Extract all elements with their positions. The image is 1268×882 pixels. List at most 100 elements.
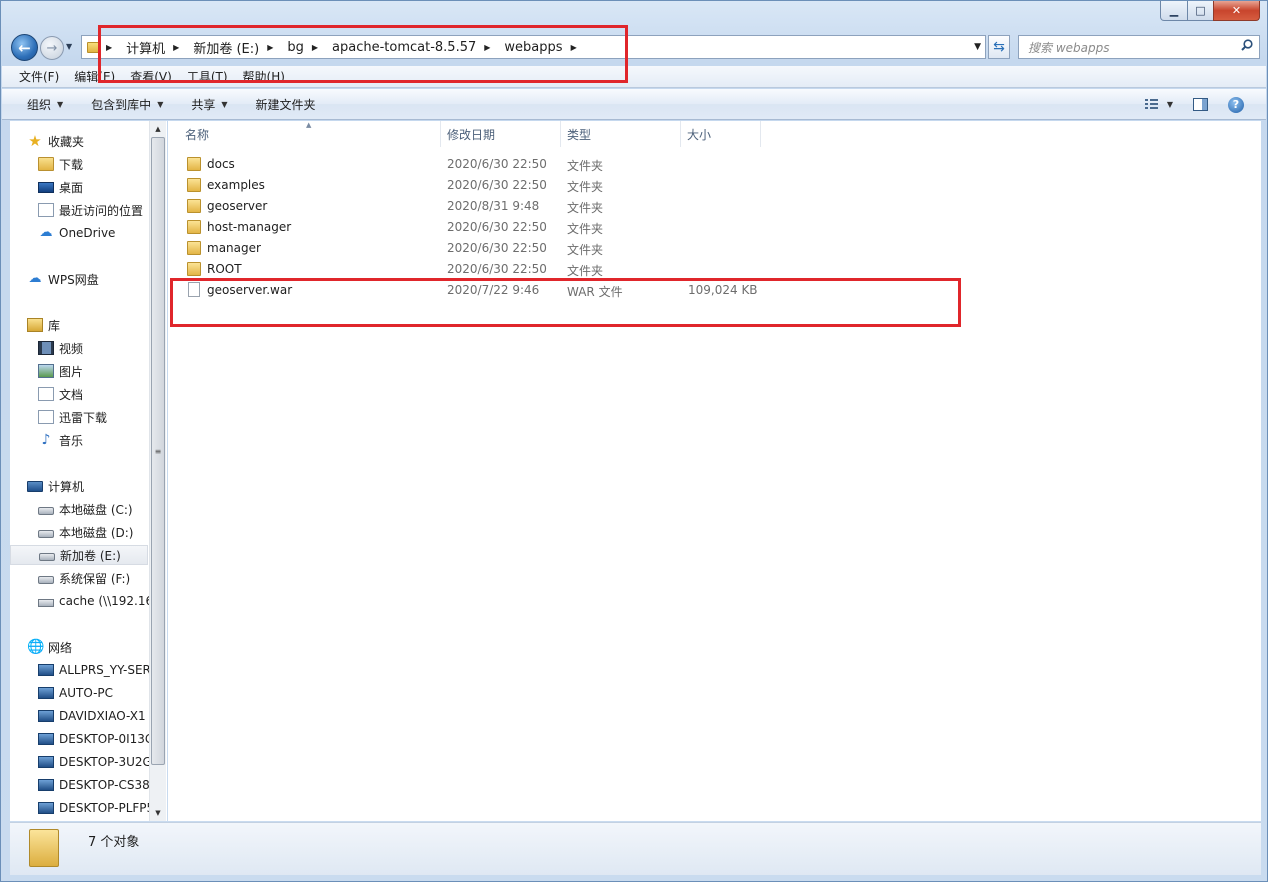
breadcrumb-root-arrow[interactable]: ▶: [106, 43, 120, 52]
star-icon: ★: [28, 132, 42, 150]
nav-wps-cloud[interactable]: ☁ WPS网盘: [27, 269, 99, 289]
video-icon: [38, 341, 54, 355]
breadcrumb-computer[interactable]: 计算机 ▶: [126, 38, 187, 57]
organize-button[interactable]: 组织 ▼: [2, 96, 77, 113]
close-button[interactable]: ✕: [1213, 1, 1260, 21]
network-computer-icon: [38, 710, 54, 722]
menu-tools[interactable]: 工具(T): [180, 68, 236, 85]
nav-recent-places[interactable]: 最近访问的位置: [38, 200, 143, 220]
column-header-type[interactable]: 类型: [561, 121, 681, 147]
nav-thunder-downloads[interactable]: 迅雷下载: [38, 407, 107, 427]
address-bar[interactable]: ▶ 计算机 ▶ 新加卷 (E:) ▶ bg ▶ apache-tomcat-8.5.5…: [81, 35, 986, 59]
nav-network-pc[interactable]: DESKTOP-3U2G: [38, 752, 152, 772]
nav-network[interactable]: 🌐 网络: [27, 637, 72, 657]
folder-icon: [187, 157, 201, 171]
disconnected-network-drive-icon: [38, 599, 54, 607]
new-folder-button[interactable]: 新建文件夹: [242, 96, 330, 113]
maximize-button[interactable]: □: [1187, 1, 1214, 21]
search-input[interactable]: 搜索 webapps: [1018, 35, 1260, 59]
nav-drive-f[interactable]: 系统保留 (F:): [38, 568, 130, 588]
nav-network-pc[interactable]: AUTO-PC: [38, 683, 113, 703]
nav-computer[interactable]: 计算机: [27, 476, 84, 496]
menu-help[interactable]: 帮助(H): [236, 68, 293, 85]
breadcrumb-tomcat[interactable]: apache-tomcat-8.5.57 ▶: [332, 40, 498, 55]
file-icon: [188, 282, 200, 297]
nav-onedrive[interactable]: ☁ OneDrive: [38, 223, 116, 243]
network-computer-icon: [38, 802, 54, 814]
network-computer-icon: [38, 733, 54, 745]
nav-videos[interactable]: 视频: [38, 338, 83, 358]
minimize-button[interactable]: ▁: [1160, 1, 1188, 21]
breadcrumb-webapps[interactable]: webapps ▶: [504, 40, 584, 55]
nav-music[interactable]: ♪ 音乐: [38, 430, 83, 450]
music-note-icon: ♪: [41, 432, 51, 448]
arrow-right-icon: →: [46, 40, 58, 56]
menu-file[interactable]: 文件(F): [2, 68, 67, 85]
folder-icon: [187, 262, 201, 276]
scroll-up-arrow-icon[interactable]: ▲: [150, 121, 166, 137]
help-icon[interactable]: ?: [1228, 96, 1244, 113]
column-header-size[interactable]: 大小: [681, 121, 761, 147]
caret-down-icon: ▼: [221, 99, 228, 109]
nav-drive-d[interactable]: 本地磁盘 (D:): [38, 522, 133, 542]
view-options-dropdown[interactable]: ▼: [1167, 100, 1173, 109]
network-computer-icon: [38, 664, 54, 676]
nav-libraries[interactable]: 库: [27, 315, 60, 335]
nav-favorites[interactable]: ★ 收藏夹: [27, 131, 84, 151]
wps-cloud-icon: ☁: [28, 271, 42, 286]
refresh-icon: ⇆: [993, 39, 1005, 55]
explorer-window: ▁ □ ✕ ← → ▼ ▶ 计算机 ▶ 新加卷 (E:) ▶ bg ▶ apache-…: [0, 0, 1268, 882]
file-row[interactable]: examples 2020/6/30 22:50 文件夹: [168, 175, 1261, 196]
preview-pane-icon[interactable]: [1193, 98, 1208, 111]
menu-view[interactable]: 查看(V): [123, 68, 180, 85]
file-row[interactable]: ROOT 2020/6/30 22:50 文件夹: [168, 259, 1261, 280]
menu-edit[interactable]: 编辑(E): [67, 68, 123, 85]
menu-bar: 文件(F) 编辑(E) 查看(V) 工具(T) 帮助(H): [2, 66, 1266, 88]
refresh-button[interactable]: ⇆: [988, 35, 1010, 59]
file-list: ▲ 名称 修改日期 类型 大小 docs 2020/6/30 22:50 文件夹…: [168, 121, 1261, 821]
nav-downloads[interactable]: 下载: [38, 154, 83, 174]
share-button[interactable]: 共享 ▼: [177, 96, 241, 113]
nav-pane-scrollbar[interactable]: ▲ ≡ ▼: [149, 121, 166, 821]
breadcrumb-bg[interactable]: bg ▶: [287, 40, 326, 55]
folder-icon: [187, 241, 201, 255]
folder-icon: [187, 220, 201, 234]
document-icon: [38, 387, 54, 401]
network-computer-icon: [38, 779, 54, 791]
file-row[interactable]: host-manager 2020/6/30 22:50 文件夹: [168, 217, 1261, 238]
file-row[interactable]: manager 2020/6/30 22:50 文件夹: [168, 238, 1261, 259]
chevron-right-icon: ▶: [106, 42, 113, 52]
nav-network-pc[interactable]: DESKTOP-CS38: [38, 775, 150, 795]
nav-network-pc[interactable]: DESKTOP-0I13G: [38, 729, 154, 749]
nav-network-pc[interactable]: ALLPRS_YY-SERV: [38, 660, 158, 680]
chevron-right-icon: ▶: [484, 42, 491, 52]
scrollbar-thumb[interactable]: ≡: [151, 137, 165, 765]
nav-pictures[interactable]: 图片: [38, 361, 83, 381]
search-icon: [1241, 39, 1253, 51]
back-button[interactable]: ←: [11, 34, 38, 61]
file-row[interactable]: geoserver 2020/8/31 9:48 文件夹: [168, 196, 1261, 217]
nav-network-pc[interactable]: DESKTOP-PLFP5: [38, 798, 154, 818]
nav-drive-e[interactable]: 新加卷 (E:): [10, 545, 148, 565]
breadcrumb-drive-e[interactable]: 新加卷 (E:) ▶: [193, 38, 281, 57]
recent-pages-dropdown[interactable]: ▼: [66, 42, 76, 52]
scroll-down-arrow-icon[interactable]: ▼: [150, 805, 166, 821]
column-header-date[interactable]: 修改日期: [441, 121, 561, 147]
column-header-name[interactable]: 名称: [179, 121, 441, 147]
file-row[interactable]: docs 2020/6/30 22:50 文件夹: [168, 154, 1261, 175]
chevron-right-icon: ▶: [570, 42, 577, 52]
address-history-dropdown[interactable]: ▼: [974, 42, 981, 52]
desktop-icon: [38, 181, 54, 193]
include-in-library-button[interactable]: 包含到库中 ▼: [77, 96, 177, 113]
system-drive-icon: [38, 507, 54, 515]
forward-button[interactable]: →: [40, 36, 64, 60]
nav-drive-c[interactable]: 本地磁盘 (C:): [38, 499, 133, 519]
file-row[interactable]: geoserver.war 2020/7/22 9:46 WAR 文件 109,…: [168, 280, 1261, 301]
folder-icon: [87, 41, 100, 53]
nav-network-pc[interactable]: DAVIDXIAO-X1: [38, 706, 146, 726]
nav-network-drive-cache[interactable]: cache (\\192.16: [38, 591, 153, 611]
nav-documents[interactable]: 文档: [38, 384, 83, 404]
nav-desktop[interactable]: 桌面: [38, 177, 83, 197]
view-details-icon[interactable]: [1144, 99, 1159, 110]
details-pane: 7 个对象: [10, 822, 1261, 875]
